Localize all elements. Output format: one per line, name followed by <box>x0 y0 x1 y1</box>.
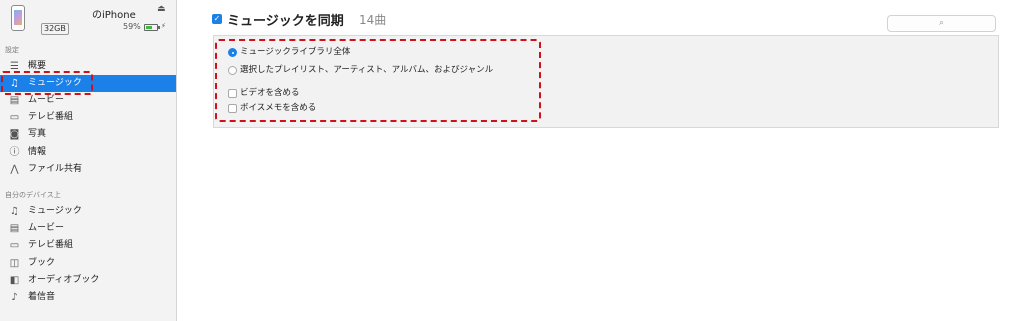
sidebar-item-label: ブック <box>28 258 56 268</box>
sidebar: のiPhone ⏏ 32GB 59% ⚡ 設定 ☰ 概要 ♫ ミュージック ▤ … <box>0 0 177 321</box>
bell-icon: ♪ <box>11 292 18 303</box>
sidebar-item-file-sharing[interactable]: ⋀ ファイル共有 <box>0 161 176 178</box>
tv-icon: ▭ <box>9 112 20 123</box>
sidebar-item-label: ムービー <box>28 95 65 105</box>
film-icon: ▤ <box>9 95 20 106</box>
sync-title: ミュージックを同期 <box>227 14 344 29</box>
sidebar-item-label: テレビ番組 <box>28 240 74 250</box>
sidebar-item-label: 写真 <box>28 129 47 139</box>
annotation-highlight-music <box>1 71 93 95</box>
sidebar-item-photos[interactable]: ◙ 写真 <box>0 126 176 143</box>
capacity-badge: 32GB <box>41 23 69 35</box>
sidebar-item-device-music[interactable]: ♫ ミュージック <box>0 203 176 220</box>
sidebar-item-label: オーディオブック <box>28 275 100 285</box>
battery-percent: 59% <box>123 22 141 31</box>
sidebar-item-label: ファイル共有 <box>28 164 83 174</box>
sidebar-item-info[interactable]: ⓘ 情報 <box>0 144 176 161</box>
search-icon: ⌕ <box>938 18 945 28</box>
sidebar-item-device-ringtones[interactable]: ♪ 着信音 <box>0 289 176 306</box>
eject-icon[interactable]: ⏏ <box>157 4 166 14</box>
device-header[interactable]: のiPhone ⏏ 32GB 59% ⚡ <box>0 0 176 42</box>
tv-icon: ▭ <box>9 240 20 251</box>
sidebar-item-label: 概要 <box>28 61 47 71</box>
sidebar-item-label: 情報 <box>28 147 47 157</box>
sidebar-item-label: ムービー <box>28 223 65 233</box>
music-note-icon: ♫ <box>10 206 19 217</box>
sidebar-item-device-tv-shows[interactable]: ▭ テレビ番組 <box>0 237 176 254</box>
settings-section-label: 設定 <box>5 46 19 54</box>
battery-level <box>146 26 152 29</box>
camera-icon: ◙ <box>9 129 20 140</box>
battery-icon <box>144 24 160 31</box>
song-count: 14曲 <box>359 13 387 27</box>
sidebar-item-label: 着信音 <box>28 292 56 302</box>
sync-music-checkbox[interactable]: ✓ <box>212 14 222 24</box>
sidebar-item-device-audiobooks[interactable]: ◧ オーディオブック <box>0 272 176 289</box>
file-sharing-icon: ⋀ <box>10 164 19 175</box>
sidebar-item-label: テレビ番組 <box>28 112 74 122</box>
charging-icon: ⚡ <box>161 22 166 30</box>
sidebar-item-device-books[interactable]: ◫ ブック <box>0 255 176 272</box>
on-device-section-label: 自分のデバイス上 <box>5 191 61 199</box>
audiobook-icon: ◧ <box>9 275 20 286</box>
device-name: のiPhone <box>92 10 136 21</box>
sidebar-item-label: ミュージック <box>28 206 82 216</box>
annotation-highlight-options <box>215 39 541 122</box>
device-thumbnail <box>11 5 25 31</box>
info-icon: ⓘ <box>9 147 20 158</box>
sidebar-item-device-movies[interactable]: ▤ ムービー <box>0 220 176 237</box>
film-icon: ▤ <box>9 223 20 234</box>
sidebar-item-tv-shows[interactable]: ▭ テレビ番組 <box>0 109 176 126</box>
search-field[interactable]: ⌕ <box>887 15 996 32</box>
book-icon: ◫ <box>9 258 20 269</box>
